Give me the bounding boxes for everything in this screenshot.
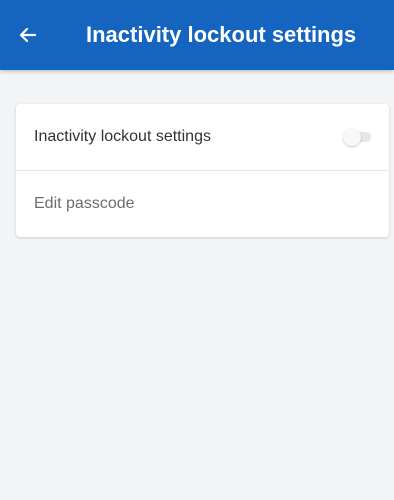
edit-passcode-row[interactable]: Edit passcode: [16, 170, 389, 236]
inactivity-lockout-toggle[interactable]: [343, 128, 371, 146]
back-button[interactable]: [18, 19, 58, 51]
screen: Inactivity lockout settings Inactivity l…: [0, 0, 394, 500]
app-bar: Inactivity lockout settings: [0, 0, 394, 70]
inactivity-lockout-label: Inactivity lockout settings: [34, 128, 211, 145]
settings-card: Inactivity lockout settings Edit passcod…: [16, 104, 389, 237]
edit-passcode-label: Edit passcode: [34, 194, 135, 212]
page-title: Inactivity lockout settings: [86, 22, 357, 47]
arrow-left-icon: [18, 25, 38, 45]
inactivity-lockout-row[interactable]: Inactivity lockout settings: [16, 104, 389, 170]
toggle-thumb: [343, 128, 361, 146]
